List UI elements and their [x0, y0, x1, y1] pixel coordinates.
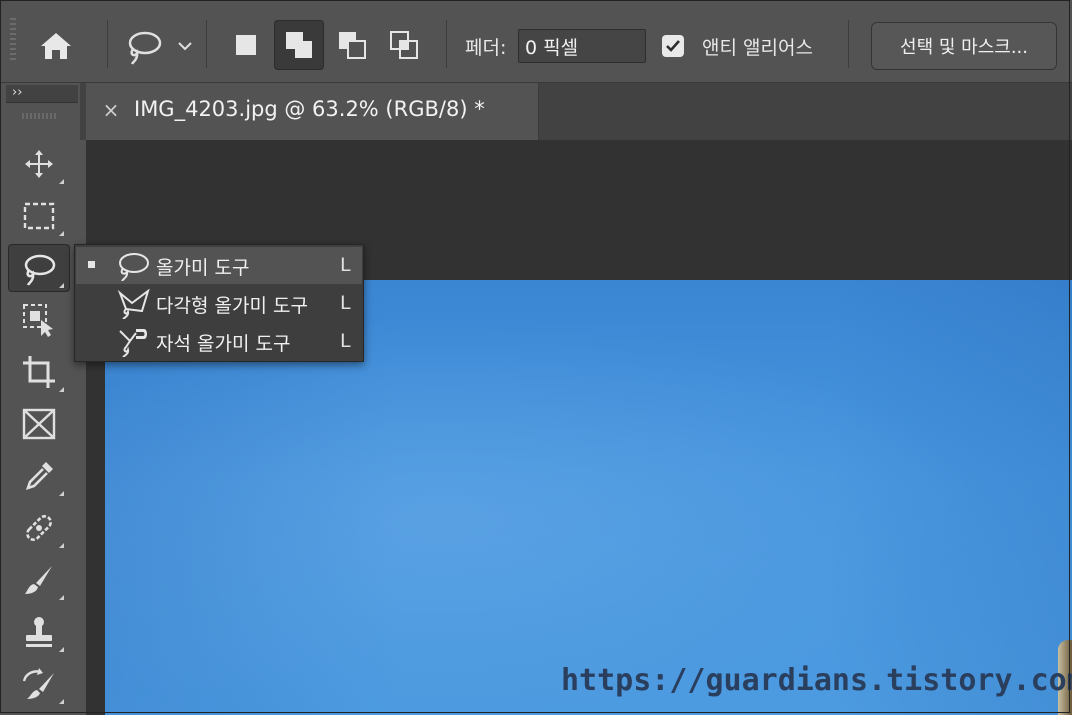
history-brush-tool[interactable] [8, 660, 70, 708]
eyedropper-tool[interactable] [8, 452, 70, 500]
healing-tool[interactable] [8, 504, 70, 552]
tools-panel-grip[interactable] [22, 113, 58, 119]
rect-marquee-icon [23, 202, 55, 230]
lasso-icon [128, 31, 162, 65]
select-and-mask-button[interactable]: 선택 및 마스크... [871, 22, 1057, 70]
object-select-icon [23, 304, 53, 337]
flyout-item-polygonal-lasso[interactable]: 다각형 올가미 도구 L [76, 285, 362, 322]
flyout-item-label: 다각형 올가미 도구 [156, 295, 308, 317]
history-brush-icon [22, 668, 54, 699]
add-selection-icon [286, 32, 312, 58]
flyout-item-label: 올가미 도구 [156, 257, 250, 279]
close-tab-icon[interactable]: × [100, 99, 122, 121]
intersect-selection-icon [390, 31, 418, 59]
new-selection-button[interactable] [222, 20, 270, 70]
tool-preset-picker[interactable] [118, 24, 198, 68]
stamp-tool[interactable] [8, 608, 70, 656]
anti-alias-checkbox[interactable] [662, 35, 684, 57]
frame-tool[interactable] [8, 400, 70, 448]
brush-icon [25, 566, 52, 594]
feather-input[interactable] [518, 29, 646, 63]
document-tab[interactable]: × IMG_4203.jpg @ 63.2% (RGB/8) * [86, 83, 539, 140]
flyout-item-magnetic-lasso[interactable]: 자석 올가미 도구 L [76, 323, 362, 360]
flyout-item-lasso[interactable]: 올가미 도구 L [76, 247, 362, 284]
flyout-item-label: 자석 올가미 도구 [156, 333, 291, 355]
document-tab-bar: × IMG_4203.jpg @ 63.2% (RGB/8) * [80, 83, 1072, 140]
move-icon [25, 150, 53, 178]
subtract-selection-icon [339, 32, 366, 59]
frame-icon [22, 408, 56, 440]
lasso-icon [24, 254, 56, 286]
feather-label: 페더: [465, 37, 507, 59]
bandage-icon [26, 515, 52, 541]
add-to-selection-button[interactable] [274, 20, 324, 70]
home-button[interactable] [34, 24, 78, 68]
lasso-tool-flyout: 올가미 도구 L 다각형 올가미 도구 L 자석 올가미 도구 L [74, 244, 364, 362]
crop-tool[interactable] [8, 348, 70, 396]
options-bar-grip[interactable] [10, 18, 16, 62]
eyedropper-icon [25, 462, 53, 491]
intersect-selection-button[interactable] [380, 20, 428, 70]
brush-tool[interactable] [8, 556, 70, 604]
new-selection-icon [236, 35, 256, 55]
lasso-tool[interactable] [8, 244, 70, 292]
crop-icon [23, 356, 55, 388]
marquee-tool[interactable] [8, 192, 70, 240]
move-tool[interactable] [8, 140, 70, 188]
anti-alias-label: 앤티 앨리어스 [702, 37, 813, 59]
checkmark-icon [666, 40, 680, 52]
chevron-down-icon [178, 42, 192, 51]
options-bar: 페더: 앤티 앨리어스 선택 및 마스크... [0, 0, 1072, 83]
flyout-item-shortcut: L [340, 330, 351, 352]
selected-bullet-icon [88, 261, 95, 268]
stamp-icon [26, 617, 52, 647]
watermark-url: https://guardians.tistory.com/ [561, 663, 1072, 698]
magnetic-lasso-icon [119, 329, 147, 357]
tools-panel: ›› [0, 83, 80, 715]
collapse-panel-button[interactable]: ›› [6, 85, 78, 103]
polygonal-lasso-icon [117, 289, 150, 319]
document-tab-title: IMG_4203.jpg @ 63.2% (RGB/8) * [134, 97, 485, 121]
flyout-item-shortcut: L [340, 292, 351, 314]
lasso-icon [119, 253, 149, 281]
flyout-item-shortcut: L [340, 254, 351, 276]
object-select-tool[interactable] [8, 296, 70, 344]
home-icon [41, 33, 71, 59]
subtract-from-selection-button[interactable] [328, 20, 376, 70]
